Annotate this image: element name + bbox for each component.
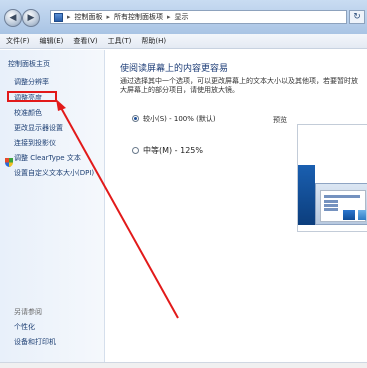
annotation-arrow: [56, 99, 179, 319]
status-strip: [0, 362, 367, 368]
